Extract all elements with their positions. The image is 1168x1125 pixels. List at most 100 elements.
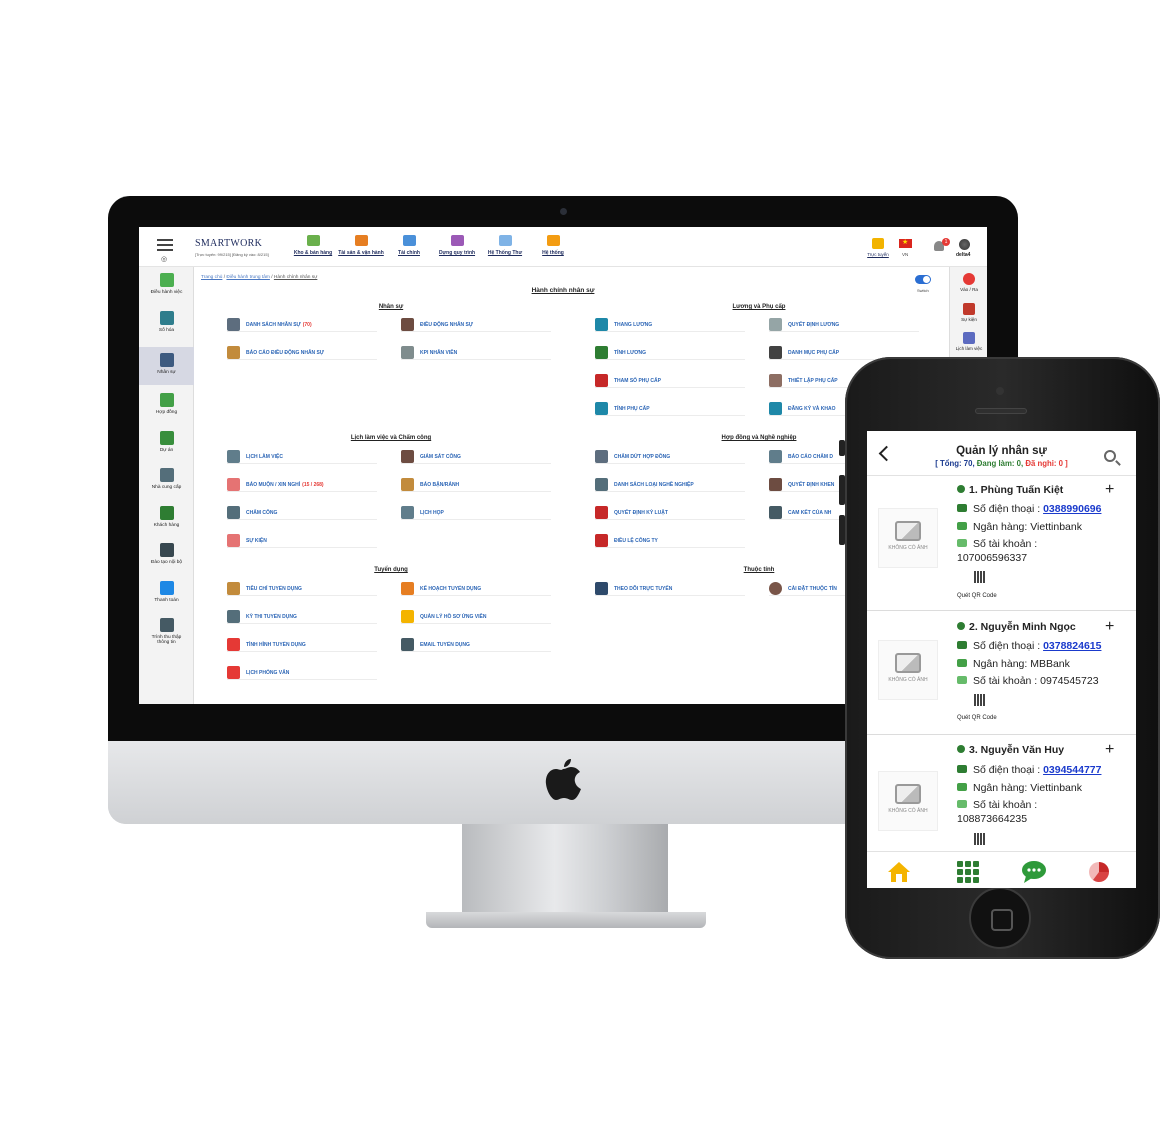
pen-icon xyxy=(159,393,174,407)
menu-item[interactable]: KPI NHÂN VIÊN xyxy=(401,346,551,360)
no-image-placeholder: KHÔNG CÓ ẢNH xyxy=(878,771,938,831)
qr-code-icon[interactable] xyxy=(974,694,986,706)
phone-icon xyxy=(957,641,967,649)
nav-dung-quy-trinh[interactable]: Dựng quy trình xyxy=(433,235,481,256)
menu-item[interactable]: THEO DÕI TRỰC TUYẾN xyxy=(595,582,745,596)
menu-item[interactable]: QUYẾT ĐỊNH KỶ LUẬT xyxy=(595,506,745,520)
nav-tai-san[interactable]: Tài sản & vận hành xyxy=(337,235,385,256)
person-icon xyxy=(957,622,965,630)
qr-code-icon[interactable] xyxy=(974,571,986,583)
menu-item[interactable]: GIÁM SÁT CÔNG xyxy=(401,450,551,464)
employee-card[interactable]: KHÔNG CÓ ẢNH 1. Phùng Tuấn Kiệt + Số điệ… xyxy=(867,476,1136,611)
customers-icon xyxy=(159,506,174,520)
add-icon[interactable]: + xyxy=(1105,482,1114,498)
menu-item[interactable]: BÁO BẬN/RẢNH xyxy=(401,478,551,492)
nav-tai-chinh[interactable]: Tài chính xyxy=(385,235,433,256)
calendar-icon xyxy=(227,450,240,463)
switch-toggle[interactable] xyxy=(915,275,931,284)
menu-item[interactable]: THANG LƯƠNG xyxy=(595,318,745,332)
menu-item[interactable]: THAM SỐ PHỤ CẤP xyxy=(595,374,745,388)
interview-calendar-icon xyxy=(227,666,240,679)
nav-he-thong-thu[interactable]: Hệ Thống Thư xyxy=(481,235,529,256)
sidebar-item-khach-hang[interactable]: Khách hàng xyxy=(139,506,194,528)
sidebar-item-du-an[interactable]: Dự án xyxy=(139,431,194,453)
menu-item[interactable]: TIÊU CHÍ TUYỂN DỤNG xyxy=(227,582,377,596)
qr-code-icon[interactable] xyxy=(974,833,986,845)
phone-link[interactable]: 0378824615 xyxy=(1043,640,1101,652)
menu-item[interactable]: BÁO CÁO ĐIỀU ĐỘNG NHÂN SỰ xyxy=(227,346,377,360)
phone-home-button[interactable] xyxy=(969,887,1031,949)
phone-link[interactable]: 0388990696 xyxy=(1043,503,1101,515)
email-icon xyxy=(401,638,414,651)
breadcrumb-home[interactable]: Trang chủ xyxy=(201,275,222,280)
checkin-button[interactable]: Vào / Ra xyxy=(950,273,987,292)
employee-card[interactable]: KHÔNG CÓ ẢNH 3. Nguyễn Văn Huy + Số điện… xyxy=(867,736,1136,851)
pie-chart-icon[interactable] xyxy=(1087,860,1113,884)
section-title-luong: Lương và Phụ cấp xyxy=(732,304,786,310)
transfer-icon xyxy=(401,318,414,331)
breadcrumb-center[interactable]: Điều hành trung tâm xyxy=(226,275,269,280)
menu-item[interactable]: TÍNH LƯƠNG xyxy=(595,346,745,360)
home-icon[interactable] xyxy=(886,860,912,884)
vietnam-flag-icon[interactable] xyxy=(899,238,912,248)
grid-icon[interactable] xyxy=(955,860,981,884)
schedule-button[interactable]: Lịch làm việc xyxy=(950,332,987,351)
menu-item[interactable]: LỊCH HỌP xyxy=(401,506,551,520)
menu-item[interactable]: ĐIỀU ĐỘNG NHÂN SỰ xyxy=(401,318,551,332)
monitor-stand xyxy=(462,824,668,914)
menu-item[interactable]: CHẤM CÔNG xyxy=(227,506,377,520)
nav-he-thong[interactable]: Hệ thống xyxy=(529,235,577,256)
finance-chart-icon xyxy=(402,235,416,246)
phone-link[interactable]: 0394544777 xyxy=(1043,764,1101,776)
menu-item[interactable]: LỊCH PHỎNG VẤN xyxy=(227,666,377,680)
menu-item[interactable]: TÌNH HÌNH TUYỂN DỤNG xyxy=(227,638,377,652)
menu-item[interactable]: TÍNH PHỤ CẤP xyxy=(595,402,745,416)
phone-icon xyxy=(957,765,967,773)
sidebar-item-nha-cung-cap[interactable]: Nhà cung cấp xyxy=(139,468,194,490)
people-icon xyxy=(227,318,240,331)
meeting-calendar-icon xyxy=(401,506,414,519)
sidebar-item-trinh-thu-thap[interactable]: Trình thu thập thông tin xyxy=(139,618,194,645)
add-icon[interactable]: + xyxy=(1105,619,1114,635)
phone-camera xyxy=(996,387,1004,395)
menu-item[interactable]: SỰ KIỆN xyxy=(227,534,377,548)
sidebar-item-so-hoa[interactable]: Số hóa xyxy=(139,311,194,333)
sidebar-item-nhan-su[interactable]: Nhân sự xyxy=(139,347,194,385)
menu-item[interactable]: CHẤM DỨT HỢP ĐỒNG xyxy=(595,450,745,464)
menu-item[interactable]: EMAIL TUYỂN DỤNG xyxy=(401,638,551,652)
schedule-icon xyxy=(963,332,975,344)
menu-item[interactable]: BÁO MUỘN / XIN NGHỈ (15 / 268) xyxy=(227,478,377,492)
gear-icon xyxy=(546,235,560,246)
brand-logo[interactable]: SMARTWORK xyxy=(195,238,262,249)
menu-item[interactable]: QUẢN LÝ HỒ SƠ ỨNG VIÊN xyxy=(401,610,551,624)
summary-off: Đã nghỉ: 0 ] xyxy=(1025,459,1068,468)
search-icon[interactable] xyxy=(1104,450,1116,462)
sidebar-item-dao-tao[interactable]: Đào tạo nội bộ xyxy=(139,543,194,565)
nav-kho-ban-hang[interactable]: Kho & bán hàng xyxy=(289,235,337,256)
sidebar-item-thanh-toan[interactable]: Thanh toán xyxy=(139,581,194,603)
bank-icon xyxy=(957,659,967,667)
warehouse-icon xyxy=(306,235,320,246)
menu-item[interactable]: ĐIỀU LỆ CÔNG TY xyxy=(595,534,745,548)
menu-item[interactable]: LỊCH LÀM VIỆC xyxy=(227,450,377,464)
bank-icon xyxy=(957,522,967,530)
alarm-clock-icon xyxy=(159,273,174,287)
menu-item[interactable]: DANH SÁCH NHÂN SỰ (70) xyxy=(227,318,377,332)
contract-end-icon xyxy=(595,450,608,463)
register-icon xyxy=(769,402,782,415)
events-button[interactable]: Sự kiện xyxy=(950,303,987,322)
employee-card[interactable]: KHÔNG CÓ ẢNH 2. Nguyễn Minh Ngọc + Số đi… xyxy=(867,612,1136,735)
add-icon[interactable]: + xyxy=(1105,742,1114,758)
menu-item[interactable]: KẾ HOẠCH TUYỂN DỤNG xyxy=(401,582,551,596)
menu-item[interactable]: DANH SÁCH LOẠI NGHỀ NGHIỆP xyxy=(595,478,745,492)
menu-item[interactable]: KỲ THI TUYỂN DỤNG xyxy=(227,610,377,624)
chat-icon[interactable] xyxy=(1021,860,1047,884)
catalog-icon xyxy=(769,346,782,359)
sidebar-item-hop-dong[interactable]: Hợp đồng xyxy=(139,393,194,415)
menu-icon[interactable] xyxy=(157,239,173,254)
monitor-stand-base xyxy=(426,912,706,928)
bottom-tab-bar xyxy=(867,851,1136,888)
online-button[interactable]: Trực tuyến xyxy=(865,238,891,257)
menu-item[interactable]: QUYẾT ĐỊNH LƯƠNG xyxy=(769,318,919,332)
avatar[interactable] xyxy=(959,239,970,250)
